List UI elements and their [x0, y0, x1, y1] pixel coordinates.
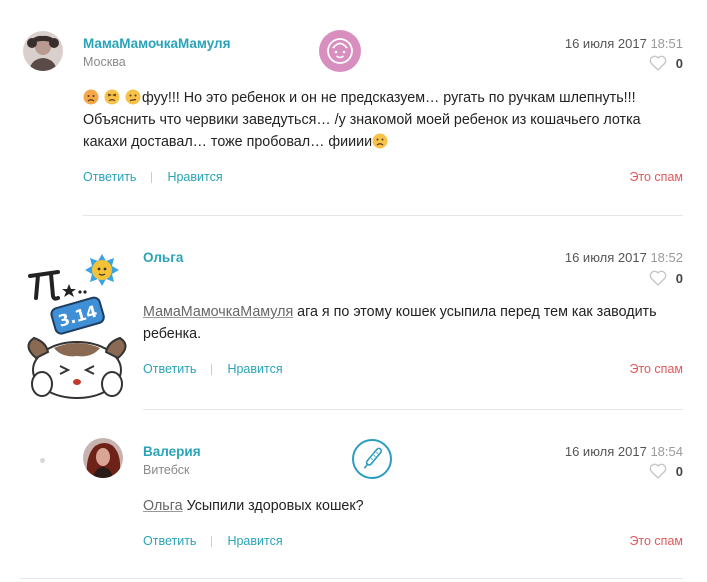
text-line-1: фуу!!! Но это ребенок и он не предсказуе… — [83, 87, 641, 109]
author-name[interactable]: Ольга — [143, 250, 183, 265]
comment-actions: Ответить Нравится — [143, 534, 283, 548]
actions-separator — [151, 171, 153, 183]
like-counter: 0 — [649, 461, 683, 481]
squint-face-emoji-icon — [104, 89, 120, 105]
thermometer-badge-icon — [352, 439, 392, 479]
comment-date: 16 июля 2017 18:51 — [565, 36, 683, 51]
angry-face-emoji-icon — [83, 89, 99, 105]
spam-button[interactable]: Это спам — [629, 170, 683, 184]
like-count: 0 — [675, 270, 683, 286]
text-line-1-content: фуу!!! Но это ребенок и он не предсказуе… — [141, 90, 636, 106]
like-count: 0 — [675, 463, 683, 479]
like-counter: 0 — [649, 268, 683, 288]
divider — [20, 578, 683, 579]
comment-text: МамаМамочкаМамуля ага я по этому кошек у… — [143, 301, 657, 345]
spam-button[interactable]: Это спам — [629, 362, 683, 376]
reply-button[interactable]: Ответить — [83, 170, 136, 184]
text-line-2: ребенка. — [143, 326, 202, 342]
comment-3: Валерия Витебск 16 июля 2017 18:54 0 Оль… — [0, 410, 707, 582]
reply-button[interactable]: Ответить — [143, 534, 196, 548]
time-text: 18:51 — [650, 36, 683, 51]
time-text: 18:54 — [650, 444, 683, 459]
avatar[interactable] — [83, 438, 123, 478]
avatar[interactable] — [23, 31, 63, 71]
author-name[interactable]: Валерия — [143, 444, 201, 459]
date-text: 16 июля 2017 — [564, 250, 647, 265]
like-counter: 0 — [649, 53, 683, 73]
comment-2: 3.14 Ольга 16 июля 2017 18:52 0 МамаМамо… — [0, 216, 707, 408]
like-button[interactable]: Нравится — [227, 362, 282, 376]
text-line-1: МамаМамочкаМамуля ага я по этому кошек у… — [143, 301, 657, 323]
baby-face-badge-icon — [319, 30, 361, 72]
time-text: 18:52 — [650, 250, 683, 265]
comment-date: 16 июля 2017 18:54 — [565, 444, 683, 459]
heart-outline-icon[interactable] — [649, 270, 667, 286]
comment-1: МамаМамочкаМамуля Москва 16 июля 2017 18… — [0, 0, 707, 215]
comment-actions: Ответить Нравится — [143, 362, 283, 376]
author-name[interactable]: МамаМамочкаМамуля — [83, 36, 231, 51]
date-text: 16 июля 2017 — [564, 444, 647, 459]
text-line-3-content: какахи доставал… тоже пробовал… фииии — [83, 134, 373, 150]
actions-separator — [211, 535, 213, 547]
confused-face-emoji-icon — [125, 89, 141, 105]
like-button[interactable]: Нравится — [227, 534, 282, 548]
like-count: 0 — [675, 55, 683, 71]
reply-button[interactable]: Ответить — [143, 362, 196, 376]
comment-text: Ольга Усыпили здоровых кошек? — [143, 495, 364, 517]
mention-link[interactable]: МамаМамочкаМамуля — [143, 304, 293, 320]
comment-actions: Ответить Нравится — [83, 170, 223, 184]
author-city: Витебск — [143, 463, 190, 477]
text-line-1-content: ага я по этому кошек усыпила перед тем к… — [293, 304, 657, 320]
text-content: Усыпили здоровых кошек? — [182, 498, 364, 514]
date-text: 16 июля 2017 — [564, 36, 647, 51]
author-city: Москва — [83, 55, 126, 69]
mention-link[interactable]: Ольга — [143, 498, 183, 514]
like-button[interactable]: Нравится — [167, 170, 222, 184]
comment-text: фуу!!! Но это ребенок и он не предсказуе… — [83, 87, 641, 153]
actions-separator — [211, 363, 213, 375]
comment-date: 16 июля 2017 18:52 — [565, 250, 683, 265]
heart-outline-icon[interactable] — [649, 463, 667, 479]
thread-dot — [40, 458, 45, 463]
pi-kitten-sticker: 3.14 — [22, 254, 134, 404]
text-line-3: какахи доставал… тоже пробовал… фииии — [83, 131, 641, 153]
spam-button[interactable]: Это спам — [629, 534, 683, 548]
sad-face-emoji-icon — [372, 133, 388, 149]
text-line-2: Объяснить что червики заведуться… /у зна… — [83, 112, 641, 128]
heart-outline-icon[interactable] — [649, 55, 667, 71]
